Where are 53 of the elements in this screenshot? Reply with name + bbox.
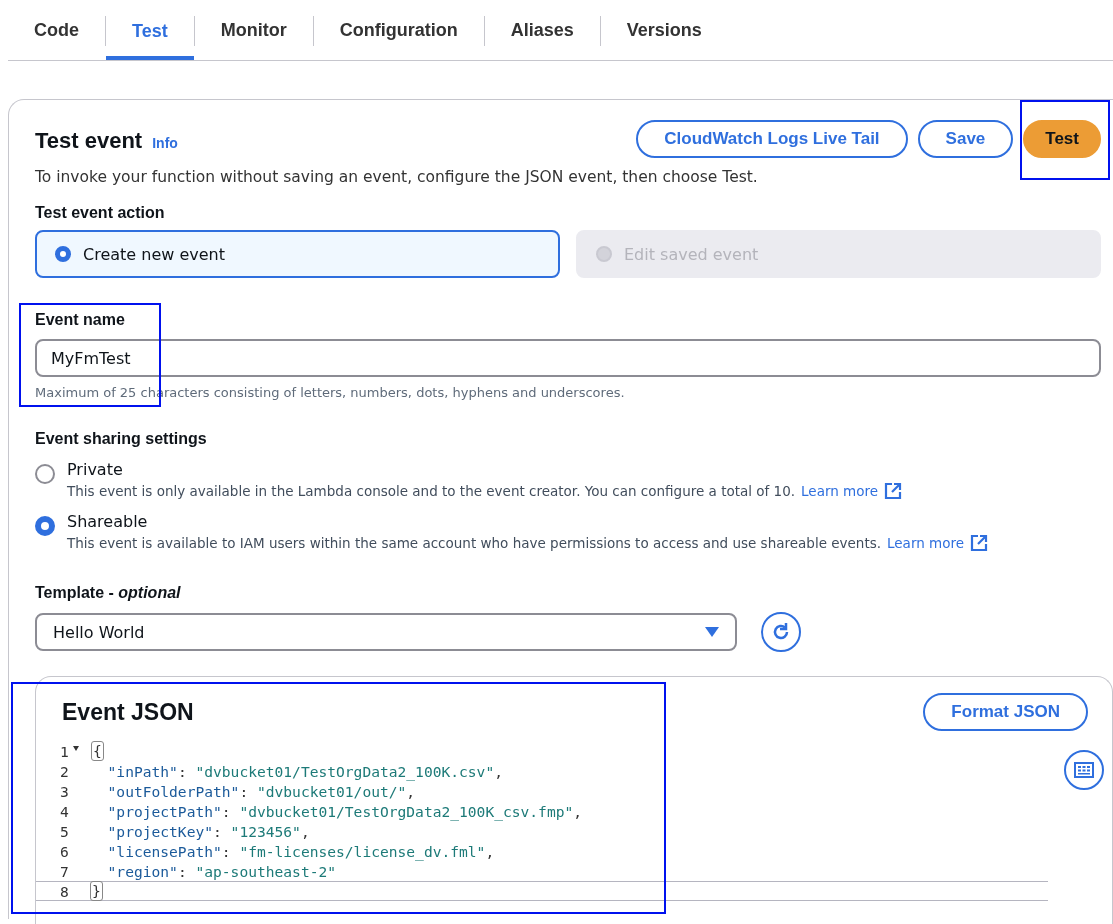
tab[interactable]: Aliases	[484, 0, 600, 60]
line-number: 2	[60, 762, 69, 780]
tab[interactable]: Code	[8, 0, 105, 60]
action-button[interactable]: CloudWatch Logs Live Tail	[636, 120, 908, 158]
refresh-button[interactable]	[761, 612, 801, 652]
field-label: Event name	[35, 311, 126, 329]
fold-icon[interactable]	[72, 745, 79, 751]
field-label: Event sharing settings	[35, 430, 208, 448]
code-line: "licensePath": "fm-licenses/license_dv.fml",	[106, 841, 496, 861]
code-line: "outFolderPath": "dvbucket01/out/",	[106, 781, 417, 801]
tab[interactable]: Monitor	[194, 0, 313, 60]
keyboard-button[interactable]	[1064, 750, 1104, 790]
radio-label: Private	[67, 460, 124, 479]
action-button[interactable]: Save	[917, 120, 1014, 158]
template-dropdown[interactable]: Hello World	[35, 613, 737, 651]
tab[interactable]: Configuration	[313, 0, 484, 60]
line-number: 4	[60, 802, 69, 820]
field-label: Template - optional	[35, 584, 182, 602]
line-number: 1	[60, 742, 69, 760]
event-name-field[interactable]: MyFmTest	[35, 339, 1101, 377]
option-description: This event is only available in the Lambda console and to the event creator. You can configure a total of 10.	[67, 483, 796, 499]
format-json-button[interactable]: Format JSON	[923, 693, 1088, 731]
section-title: Event JSON	[62, 698, 194, 726]
caret-icon	[705, 627, 719, 637]
test-button[interactable]: Test	[1023, 120, 1101, 158]
code-line: "region": "ap-southeast-2"	[106, 861, 338, 881]
panel-title: Test event	[35, 128, 143, 154]
radio-button[interactable]	[55, 246, 71, 262]
external-link-icon	[970, 534, 988, 552]
refresh-icon	[771, 622, 791, 642]
tab[interactable]: Test	[106, 0, 194, 60]
keyboard-icon	[1074, 762, 1094, 778]
code-line: }	[90, 881, 1048, 901]
external-link-icon	[884, 482, 903, 500]
tab[interactable]: Versions	[600, 0, 728, 60]
line-number: 6	[60, 842, 69, 860]
learn-more-link[interactable]: Learn more	[801, 483, 879, 499]
radio-button[interactable]	[35, 464, 55, 484]
radio-button[interactable]	[35, 516, 55, 536]
radio-label: Shareable	[67, 512, 149, 531]
option-description: This event is available to IAM users within the same account who have permissions to access and use shareable events.	[67, 535, 881, 551]
line-number: 8	[60, 882, 69, 900]
code-line: "projectKey": "123456",	[106, 821, 311, 841]
radio-tile[interactable]: Create new event	[35, 230, 560, 278]
line-number: 7	[60, 862, 69, 880]
info-link[interactable]: Info	[152, 135, 178, 151]
code-line: "projectPath": "dvbucket01/TestOrgData2_100K_csv.fmp",	[106, 801, 584, 821]
learn-more-link[interactable]: Learn more	[887, 535, 964, 551]
line-number: 3	[60, 782, 69, 800]
field-label: Test event action	[35, 204, 166, 222]
code-line: "inPath": "dvbucket01/TestOrgData2_100K.csv",	[106, 761, 504, 781]
line-number: 5	[60, 822, 69, 840]
description-text: To invoke your function without saving an event, configure the JSON event, then choose Test.	[35, 168, 759, 186]
